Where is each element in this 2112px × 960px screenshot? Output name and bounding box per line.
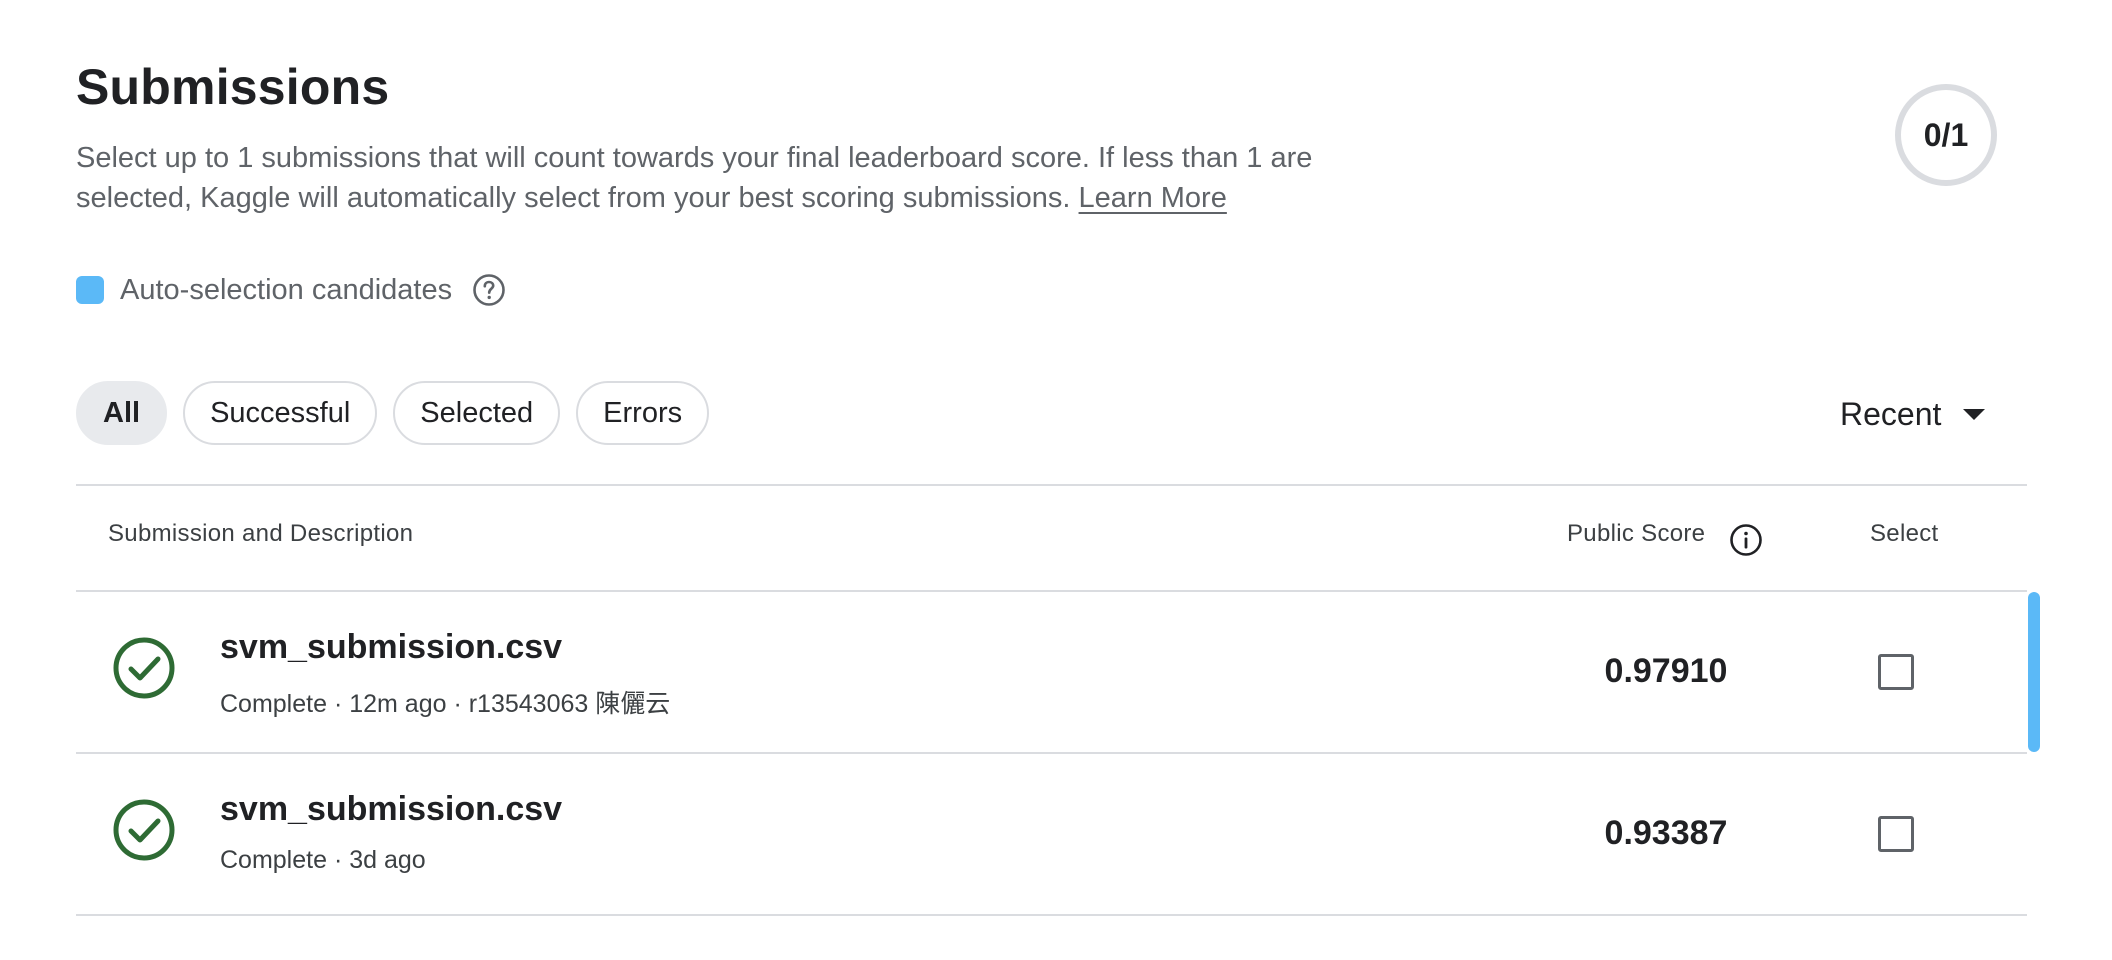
divider <box>76 752 2027 754</box>
page-title: Submissions <box>76 59 390 115</box>
public-score: 0.97910 <box>1604 652 1728 690</box>
info-icon[interactable] <box>1729 523 1763 557</box>
column-header-public-score: Public Score <box>1567 520 1706 547</box>
auto-selection-label: Auto-selection candidates <box>120 273 453 306</box>
public-score: 0.93387 <box>1604 814 1728 852</box>
filter-chip-errors[interactable]: Errors <box>576 381 710 445</box>
divider <box>76 914 2027 916</box>
caret-down-icon <box>1963 408 1986 420</box>
submission-name[interactable]: svm_submission.csv <box>220 790 562 829</box>
filter-chip-all[interactable]: All <box>76 381 168 445</box>
filter-chip-successful[interactable]: Successful <box>183 381 378 445</box>
sort-label: Recent <box>1840 395 1942 432</box>
divider <box>76 484 2027 486</box>
filter-chip-selected[interactable]: Selected <box>393 381 561 445</box>
select-checkbox[interactable] <box>1878 654 1914 690</box>
select-checkbox[interactable] <box>1878 816 1914 852</box>
page-description: Select up to 1 submissions that will cou… <box>76 138 1416 218</box>
filter-chips: All Successful Selected Errors <box>76 381 710 445</box>
check-circle-icon <box>113 637 175 699</box>
column-header-submission: Submission and Description <box>108 520 414 547</box>
sort-dropdown[interactable]: Recent <box>1840 390 1986 438</box>
learn-more-link[interactable]: Learn More <box>1079 182 1227 214</box>
selection-counter: 0/1 <box>1895 84 1997 186</box>
auto-selection-legend: Auto-selection candidates <box>76 270 506 310</box>
check-circle-icon <box>113 799 175 861</box>
divider <box>76 590 2027 592</box>
auto-selection-indicator <box>2028 592 2040 752</box>
submission-name[interactable]: svm_submission.csv <box>220 628 562 667</box>
submission-meta: Complete · 3d ago <box>220 846 426 874</box>
auto-selection-swatch <box>76 276 104 304</box>
help-circle-icon[interactable] <box>472 273 506 307</box>
column-header-select: Select <box>1870 520 1939 547</box>
submission-meta: Complete · 12m ago · r13543063 陳儷云 <box>220 690 671 718</box>
submissions-page: Submissions Select up to 1 submissions t… <box>0 0 2112 960</box>
